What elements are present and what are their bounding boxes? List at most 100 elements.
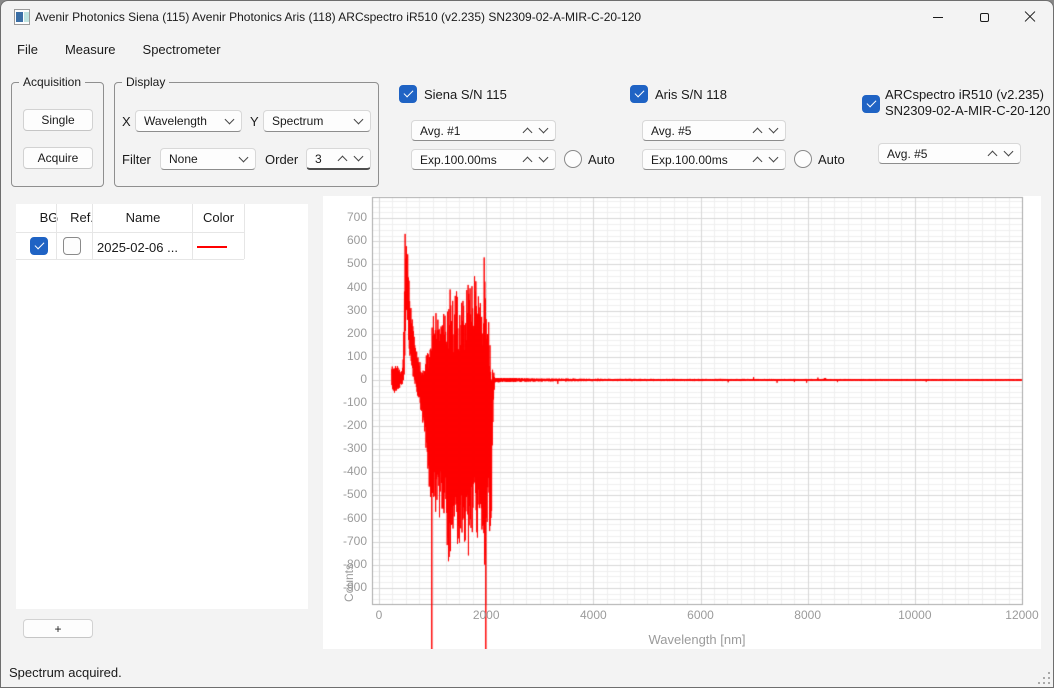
aris-checkbox[interactable] [630,85,648,103]
aris-exposure-spinner[interactable]: Exp.100.00ms [642,149,786,170]
chevron-up-icon [524,156,531,163]
x-axis-title: Wavelength [nm] [648,632,746,647]
add-spectrum-button[interactable]: + [23,619,93,638]
menu-file[interactable]: File [6,37,49,62]
aris-avg-spinner[interactable]: Avg. #5 [642,120,786,141]
x-tick-label: 4000 [579,608,607,622]
y-tick-label: 700 [346,210,367,225]
arcspectro-avg-spinner[interactable]: Avg. #5 [878,143,1021,164]
x-tick-label: 0 [375,608,383,622]
display-group: Display [114,75,379,187]
column-header-name[interactable]: Name [93,204,193,232]
aris-auto-checkbox[interactable] [794,150,812,168]
chevron-down-icon [355,155,362,162]
y-tick-label: 100 [346,348,367,363]
resize-grip-icon[interactable] [1038,672,1050,684]
chevron-down-icon [355,118,362,125]
title-bar: Avenir Photonics Siena (115) Avenir Phot… [1,1,1053,33]
chevron-down-icon [240,156,247,163]
check-icon [634,87,645,98]
check-icon [866,97,877,108]
minimize-icon [933,16,943,18]
x-tick-label: 8000 [794,608,821,622]
chevron-up-icon [754,156,761,163]
chevron-down-icon [770,156,777,163]
y-tick-label: 300 [346,302,367,317]
chart-plot-area[interactable] [323,196,1041,649]
acquisition-legend: Acquisition [19,75,86,89]
arcspectro-checkbox[interactable] [862,95,880,113]
x-axis-select[interactable]: Wavelength [135,110,242,132]
siena-exposure-spinner[interactable]: Exp.100.00ms [411,149,556,170]
y-tick-label: -400 [342,464,367,479]
spectra-table: BG Ref. Name Color 2025-02-06 ... [16,204,308,609]
minimize-button[interactable] [915,1,961,33]
y-tick-label: 500 [346,256,367,271]
y-tick-label: -100 [342,395,367,410]
y-tick-label: -700 [342,533,367,548]
close-button[interactable] [1007,1,1053,33]
order-spinner[interactable]: 3 [306,148,371,170]
siena-avg-spinner[interactable]: Avg. #1 [411,120,556,141]
x-axis-label: X [122,114,131,129]
y-axis-select[interactable]: Spectrum [263,110,371,132]
display-legend: Display [122,75,170,89]
y-tick-label: 600 [346,233,367,248]
check-icon [403,87,414,98]
menu-bar: File Measure Spectrometer [1,35,1053,63]
y-tick-label: 200 [346,325,367,340]
single-button[interactable]: Single [23,109,93,131]
x-tick-label: 10000 [898,608,932,622]
filter-label: Filter [122,152,151,167]
y-axis-label: Y [250,114,259,129]
arcspectro-label-line1: ARCspectro iR510 (v2.235) [885,87,1044,102]
window-title: Avenir Photonics Siena (115) Avenir Phot… [35,10,642,24]
y-axis-title: Counts [342,563,356,603]
chevron-up-icon [339,155,346,162]
siena-auto-label: Auto [588,152,615,167]
close-icon [1024,11,1036,23]
order-label: Order [265,152,299,167]
chevron-up-icon [989,150,996,157]
arcspectro-label-line2: SN2309-02-A-MIR-C-20-120 [885,103,1051,118]
chevron-down-icon [1005,150,1012,157]
row-ref-checkbox[interactable] [63,237,81,255]
column-header-color[interactable]: Color [193,204,244,232]
app-window: Avenir Photonics Siena (115) Avenir Phot… [0,0,1054,688]
status-text: Spectrum acquired. [9,665,122,680]
siena-auto-checkbox[interactable] [564,150,582,168]
aris-label: Aris S/N 118 [655,87,728,102]
chevron-up-icon [524,127,531,134]
chevron-down-icon [770,127,777,134]
spectrum-chart[interactable]: 700 600 500 400 300 200 100 0 -100 -200 -300 -400 -5… [323,196,1041,649]
chevron-down-icon [540,156,547,163]
menu-measure[interactable]: Measure [54,37,127,62]
siena-label: Siena S/N 115 [424,87,507,102]
filter-select[interactable]: None [160,148,256,170]
row-name: 2025-02-06 ... [97,240,178,255]
maximize-icon [979,12,989,22]
row-color-swatch[interactable] [197,246,227,248]
siena-checkbox[interactable] [399,85,417,103]
y-tick-label: -500 [342,487,367,502]
chevron-down-icon [540,127,547,134]
y-tick-label: -300 [342,441,367,456]
y-tick-label: -600 [342,510,367,525]
y-tick-label: 400 [346,279,367,294]
app-icon [14,9,30,25]
y-tick-label: 0 [360,371,367,386]
x-tick-label: 2000 [472,608,500,622]
check-icon [34,239,45,250]
maximize-button[interactable] [961,1,1007,33]
arcspectro-label: ARCspectro iR510 (v2.235) SN2309-02-A-MI… [885,87,1050,119]
row-bg-checkbox[interactable] [30,237,48,255]
acquire-button[interactable]: Acquire [23,147,93,169]
menu-spectrometer[interactable]: Spectrometer [132,37,232,62]
chevron-up-icon [754,127,761,134]
acquisition-group: Acquisition [11,75,104,187]
chevron-down-icon [226,118,233,125]
aris-auto-label: Auto [818,152,845,167]
x-tick-label: 6000 [687,608,714,622]
x-tick-label: 12000 [1005,608,1039,622]
y-tick-label: -200 [342,418,367,433]
